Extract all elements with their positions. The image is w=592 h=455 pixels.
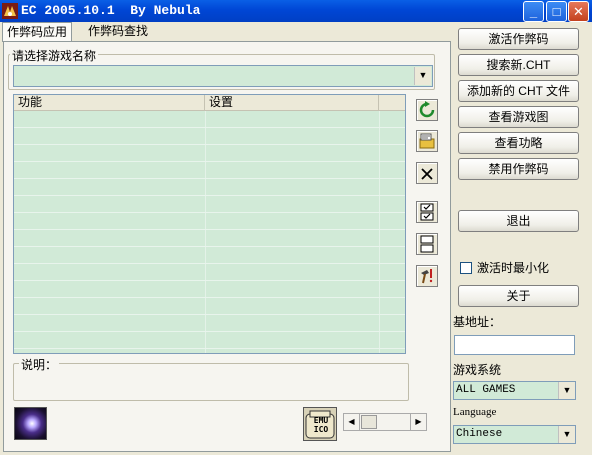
table-row: [14, 247, 405, 264]
scroll-right-button[interactable]: ▶: [410, 414, 426, 430]
maximize-icon: □: [552, 4, 561, 19]
table-row: [14, 179, 405, 196]
table-row: [14, 111, 405, 128]
minimize-button[interactable]: _: [523, 1, 544, 22]
view-guide-button[interactable]: 查看功略: [458, 132, 579, 154]
table-row: [14, 315, 405, 332]
game-select-label: 请选择游戏名称: [10, 47, 99, 64]
scroll-thumb[interactable]: [361, 415, 377, 429]
description-group: [13, 363, 409, 401]
arrow-left-icon: ◀: [348, 417, 355, 426]
app-icon: [2, 3, 18, 19]
minimize-icon: _: [529, 4, 538, 19]
game-thumbnail-image: [14, 407, 47, 440]
table-row: [14, 162, 405, 179]
game-system-value: ALL GAMES: [456, 384, 516, 396]
game-system-dropdown-button[interactable]: ▼: [558, 382, 575, 399]
check-all-button[interactable]: [416, 201, 438, 223]
check-all-icon: [420, 203, 434, 221]
table-row: [14, 145, 405, 162]
table-row: [14, 128, 405, 145]
uncheck-all-icon: [420, 235, 434, 253]
button-label: 退出: [506, 214, 531, 228]
table-row: [14, 230, 405, 247]
horizontal-scrollbar[interactable]: ◀ ▶: [343, 413, 427, 431]
language-select[interactable]: Chinese ▼: [453, 425, 576, 444]
button-label: 添加新的 CHT 文件: [466, 84, 571, 98]
maximize-button[interactable]: □: [546, 1, 567, 22]
button-label: 激活作弊码: [488, 32, 549, 46]
search-new-cht-button[interactable]: 搜索新.CHT: [458, 54, 579, 76]
cheat-list[interactable]: 功能 设置: [13, 94, 406, 354]
about-button[interactable]: 关于: [458, 285, 579, 307]
title-bar[interactable]: EC 2005.10.1 By Nebula _ □ ✕: [0, 0, 592, 22]
open-cht-button[interactable]: [416, 130, 438, 152]
activate-cheat-button[interactable]: 激活作弊码: [458, 28, 579, 50]
column-header-label: 设置: [209, 95, 234, 109]
button-label: 禁用作弊码: [488, 162, 549, 176]
game-system-label: 游戏系统: [453, 363, 502, 377]
table-row: [14, 298, 405, 315]
button-label: 查看游戏图: [488, 110, 549, 124]
disable-cheat-button[interactable]: 禁用作弊码: [458, 158, 579, 180]
cheat-list-header: 功能 设置: [14, 95, 405, 111]
table-row: [14, 332, 405, 349]
tab-label: 作弊码应用: [7, 25, 68, 39]
language-dropdown-button[interactable]: ▼: [558, 426, 575, 443]
refresh-button[interactable]: [416, 99, 438, 121]
language-label: Language: [453, 406, 497, 418]
base-address-label: 基地址：: [453, 315, 502, 329]
view-game-image-button[interactable]: 查看游戏图: [458, 106, 579, 128]
refresh-icon: [419, 101, 435, 118]
button-label: 查看功略: [494, 136, 543, 150]
tab-label: 作弊码查找: [88, 24, 149, 38]
window-title: EC 2005.10.1 By Nebula: [21, 3, 201, 18]
delete-button[interactable]: [416, 162, 438, 184]
minimize-on-activate-label: 激活时最小化: [477, 261, 550, 275]
emu-ico-logo[interactable]: EMU ICO: [303, 407, 337, 441]
minimize-on-activate-checkbox[interactable]: [460, 262, 472, 274]
scroll-left-button[interactable]: ◀: [344, 414, 360, 430]
chevron-down-icon: ▼: [562, 429, 572, 439]
column-header-label: 功能: [18, 95, 43, 109]
table-row: [14, 213, 405, 230]
table-row: [14, 264, 405, 281]
emu-logo-text: EMU ICO: [313, 416, 329, 434]
base-address-input[interactable]: [454, 335, 575, 355]
game-system-select[interactable]: ALL GAMES ▼: [453, 381, 576, 400]
exit-button[interactable]: 退出: [458, 210, 579, 232]
table-row: [14, 281, 405, 298]
edit-tool-icon: [421, 269, 433, 284]
close-button[interactable]: ✕: [568, 1, 589, 22]
game-select-combo[interactable]: ▼: [13, 65, 433, 87]
table-row: [14, 196, 405, 213]
button-label: 关于: [506, 289, 531, 303]
description-label: 说明：: [19, 356, 60, 373]
language-value: Chinese: [456, 428, 503, 440]
button-label: 搜索新.CHT: [486, 58, 551, 72]
uncheck-all-button[interactable]: [416, 233, 438, 255]
edit-tool-button[interactable]: [416, 265, 438, 287]
arrow-right-icon: ▶: [415, 417, 422, 426]
chevron-down-icon: ▼: [418, 70, 428, 80]
tab-cheat-search[interactable]: 作弊码查找: [84, 22, 156, 42]
tab-cheat-apply[interactable]: 作弊码应用: [2, 22, 72, 42]
chevron-down-icon: ▼: [562, 385, 572, 395]
game-select-dropdown-button[interactable]: ▼: [414, 67, 431, 85]
delete-icon: [421, 168, 433, 180]
open-cht-icon: [419, 133, 435, 149]
add-cht-file-button[interactable]: 添加新的 CHT 文件: [458, 80, 579, 102]
close-icon: ✕: [573, 4, 584, 19]
column-header-function[interactable]: 功能: [14, 95, 205, 111]
column-header-setting[interactable]: 设置: [205, 95, 379, 111]
